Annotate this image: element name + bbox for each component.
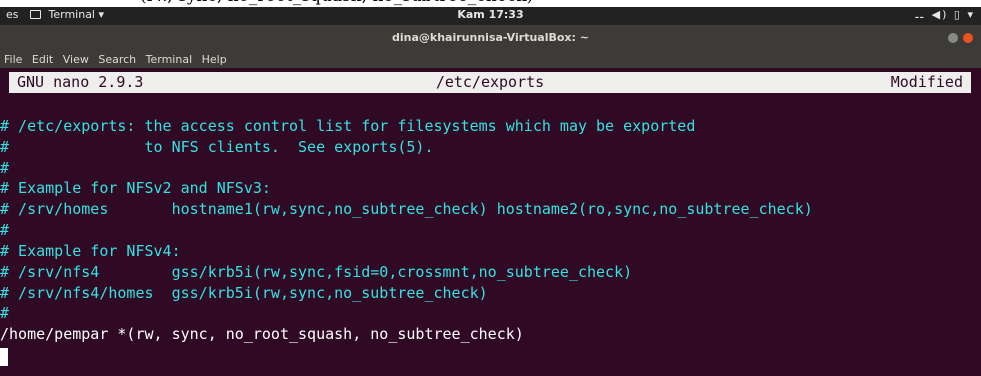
window-titlebar[interactable]: dina@khairunnisa-VirtualBox: ~ [0,25,981,50]
file-line: # /srv/homes hostname1(rw,sync,no_subtre… [0,200,813,218]
cropped-document-text: (rw, sync, no_root_squash, no_subtree_ch… [0,0,981,7]
menu-view[interactable]: View [63,53,89,66]
file-line: # [0,304,10,322]
export-entry-line[interactable]: /home/pempar *(rw, sync, no_root_squash,… [0,324,524,345]
file-line: # /srv/nfs4/homes gss/krb5i(rw,sync,no_s… [0,284,488,302]
close-button[interactable] [963,33,973,43]
file-line: # [0,221,10,239]
terminal-menubar: File Edit View Search Terminal Help [0,50,981,68]
window-title: dina@khairunnisa-VirtualBox: ~ [392,31,589,44]
nano-status: Modified [890,73,963,91]
menu-search[interactable]: Search [98,53,136,66]
file-line: # to NFS clients. See exports(5). [0,138,434,156]
system-top-bar: es Terminal ▾ Kam 17:33 ⚋ ◀) ▯ ▾ [0,7,981,25]
text-cursor-line [0,348,8,369]
menu-edit[interactable]: Edit [32,53,53,66]
nano-filename: /etc/exports [435,73,545,91]
file-line: # /srv/nfs4 gss/krb5i(rw,sync,fsid=0,cro… [0,263,633,281]
file-line: # /etc/exports: the access control list … [0,117,696,135]
menu-file[interactable]: File [4,53,22,66]
file-line: # Example for NFSv4: [0,242,181,260]
menu-help[interactable]: Help [202,53,227,66]
terminal-area[interactable]: GNU nano 2.9.3 /etc/exports Modified # /… [0,68,981,376]
menu-terminal[interactable]: Terminal [146,53,193,66]
clock[interactable]: Kam 17:33 [0,8,981,21]
file-line: # Example for NFSv2 and NFSv3: [0,179,271,197]
system-tray-icons[interactable]: ⚋ ◀) ▯ ▾ [914,8,975,21]
file-line: # [0,159,10,177]
nano-header: GNU nano 2.9.3 /etc/exports Modified [9,72,971,93]
text-cursor [0,348,8,366]
minimize-button[interactable] [948,33,958,43]
